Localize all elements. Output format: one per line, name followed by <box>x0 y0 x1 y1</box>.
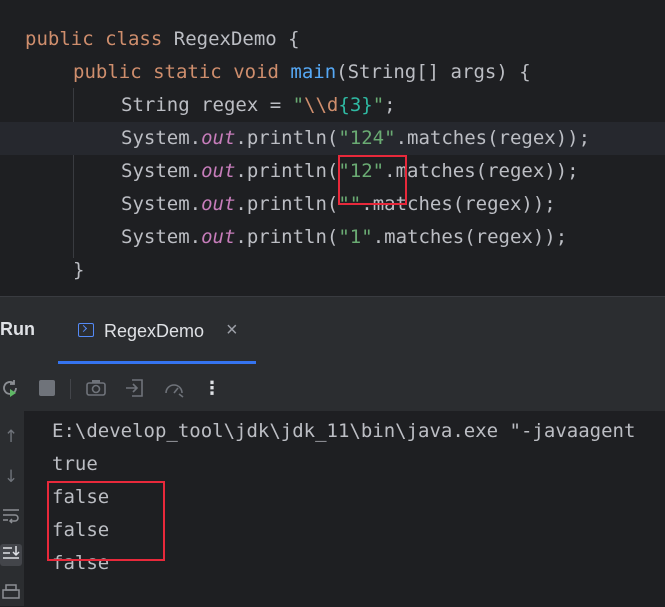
print-icon[interactable] <box>0 583 22 605</box>
code-line-print-2[interactable]: System.out.println("12".matches(regex)); <box>0 155 665 188</box>
down-arrow-icon[interactable]: ↓ <box>0 466 22 488</box>
code-line-main-decl[interactable]: public static void main(String[] args) { <box>0 56 665 89</box>
code-editor[interactable]: public class RegexDemo { public static v… <box>0 0 665 296</box>
scroll-to-end-icon[interactable] <box>0 544 22 566</box>
console-output[interactable]: E:\develop_tool\jdk\jdk_11\bin\java.exe … <box>24 411 665 606</box>
regex-escape: \\d <box>304 94 339 116</box>
code-line-print-4[interactable]: System.out.println("1".matches(regex)); <box>0 221 665 254</box>
tab-regexdemo[interactable]: RegexDemo × <box>58 297 256 363</box>
run-panel: Run RegexDemo × ⋮ ↑ ↓ E:\develop_tool\jd… <box>0 296 665 606</box>
regex-quantifier: {3} <box>338 94 373 116</box>
console-icon <box>78 323 94 337</box>
run-toolbar: ⋮ <box>0 367 665 411</box>
code-line-print-1[interactable]: System.out.println("124".matches(regex))… <box>0 122 665 155</box>
code-line-regex-decl[interactable]: String regex = "\\d{3}"; <box>0 89 665 122</box>
console-output-line: true <box>52 453 98 475</box>
code-line-close-brace[interactable]: } <box>0 254 665 287</box>
more-icon[interactable]: ⋮ <box>200 377 224 401</box>
up-arrow-icon[interactable]: ↑ <box>0 426 22 448</box>
console-side-toolbar: ↑ ↓ <box>0 411 24 606</box>
highlight-box-input <box>338 155 407 205</box>
console-command-line: E:\develop_tool\jdk\jdk_11\bin\java.exe … <box>52 420 636 442</box>
tab-label: RegexDemo <box>104 321 205 341</box>
code-line-class-decl[interactable]: public class RegexDemo { <box>0 23 665 56</box>
camera-icon[interactable] <box>84 377 108 401</box>
class-name: RegexDemo <box>173 28 277 50</box>
import-icon[interactable] <box>123 377 147 401</box>
stop-icon[interactable] <box>35 377 59 401</box>
run-tab-bar: Run RegexDemo × <box>0 297 665 367</box>
profiler-icon[interactable] <box>162 377 186 401</box>
highlight-box-output <box>47 481 165 561</box>
run-title: Run <box>0 319 35 339</box>
method-name: main <box>290 61 337 83</box>
tab-active-indicator <box>58 361 256 364</box>
rerun-icon[interactable] <box>0 377 22 401</box>
close-icon[interactable]: × <box>226 319 238 342</box>
soft-wrap-icon[interactable] <box>0 506 22 528</box>
code-line-print-3[interactable]: System.out.println("".matches(regex)); <box>0 188 665 221</box>
toolbar-separator <box>70 379 71 399</box>
